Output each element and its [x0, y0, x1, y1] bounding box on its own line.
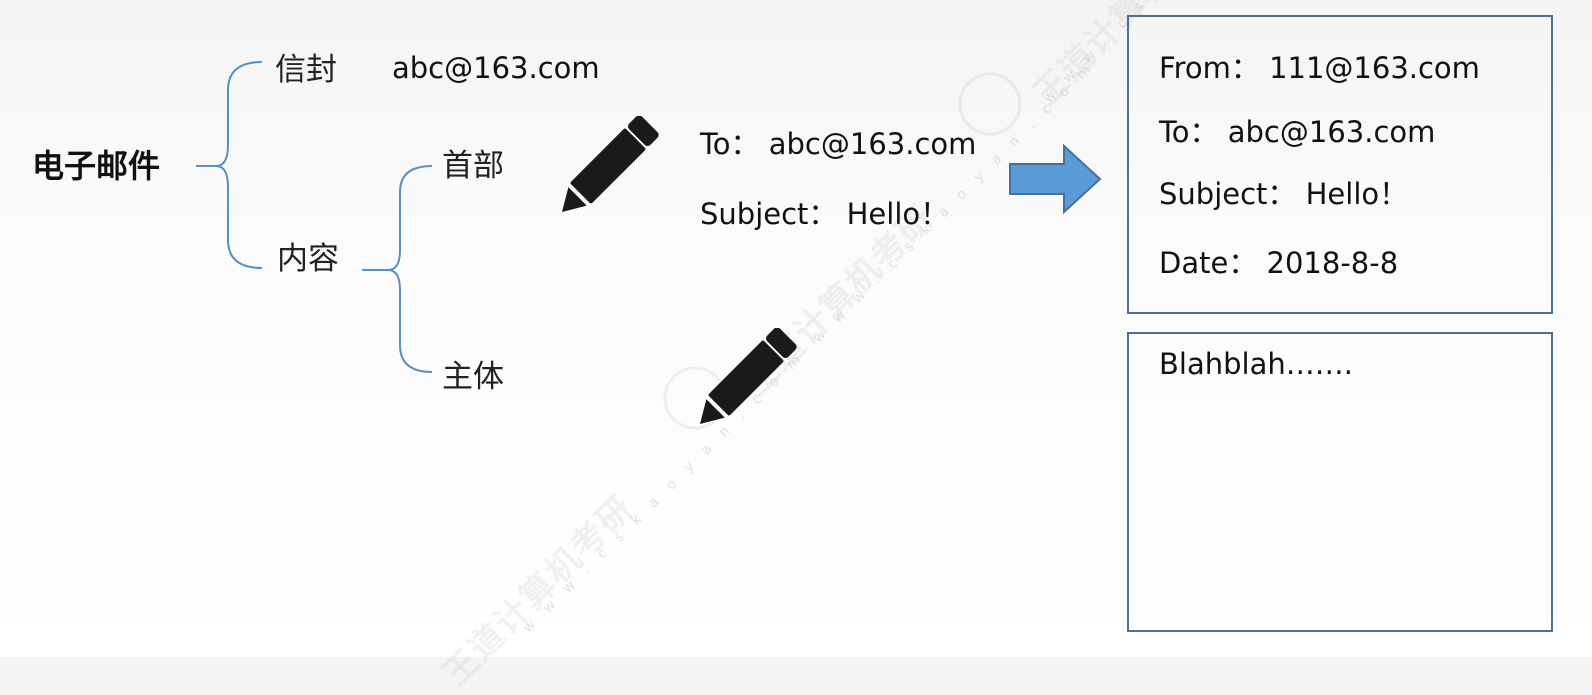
node-envelope: 信封: [275, 52, 337, 88]
box-date-line: Date： 2018-8-8: [1159, 246, 1399, 280]
box-from-line: From： 111@163.com: [1159, 51, 1480, 85]
node-content: 内容: [277, 241, 339, 277]
root-label-email: 电子邮件: [32, 147, 161, 185]
node-header: 首部: [442, 148, 504, 184]
box-to-line: To： abc@163.com: [1159, 115, 1436, 149]
header-to-line: To： abc@163.com: [700, 127, 977, 161]
brace-root: [215, 61, 263, 269]
box-body-text: Blahblah…….: [1159, 347, 1353, 381]
envelope-address: abc@163.com: [392, 51, 600, 85]
pencil-icon: [562, 116, 659, 212]
box-subject-line: Subject： Hello！: [1159, 177, 1409, 211]
header-subject-line: Subject： Hello！: [700, 197, 950, 231]
brace-content: [387, 165, 433, 373]
pencil-icon: [700, 328, 797, 424]
email-body-box: Blahblah…….: [1127, 332, 1553, 632]
node-body: 主体: [442, 359, 504, 395]
email-header-box: From： 111@163.com To： abc@163.com Subjec…: [1127, 15, 1553, 314]
right-arrow-icon: [1009, 144, 1102, 214]
